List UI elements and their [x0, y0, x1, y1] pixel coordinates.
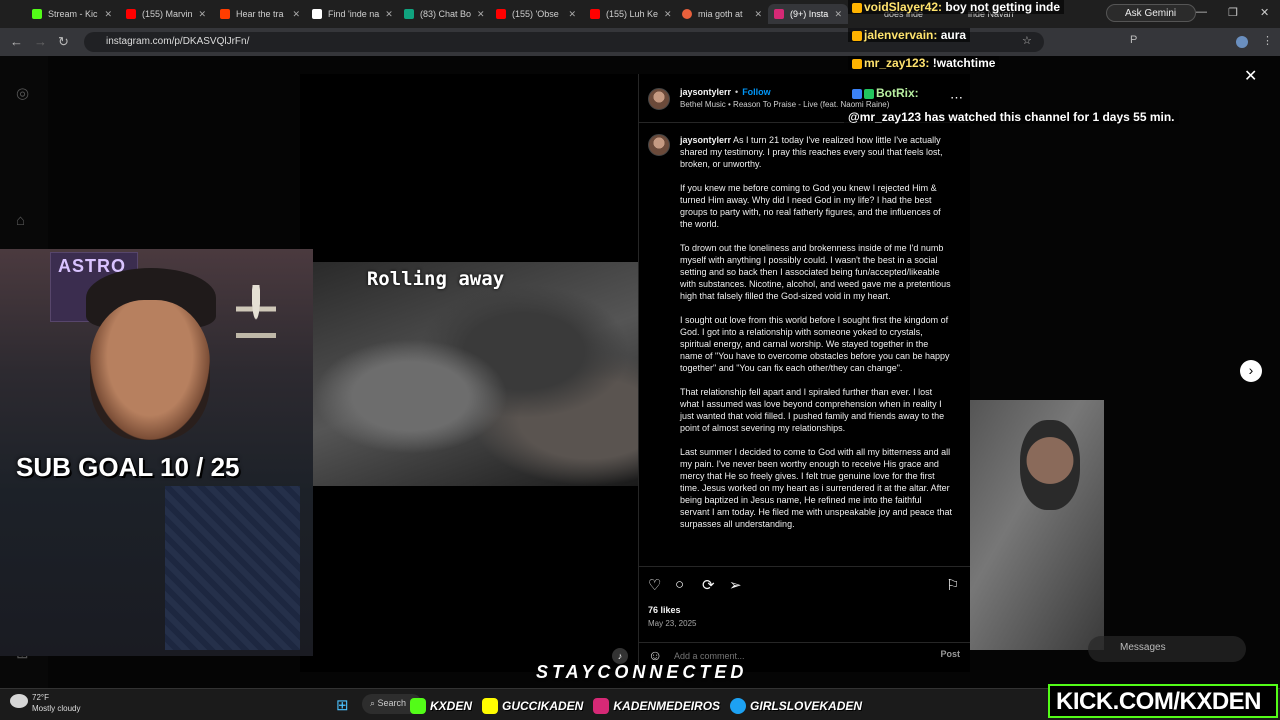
- sub-goal-text: SUB GOAL 10 / 25: [16, 452, 240, 482]
- address-bar-row: ← → ↻ instagram.com/p/DKASVQlJrFn/ ☆ P ⋮: [0, 28, 1280, 56]
- emoji-icon[interactable]: ☺: [648, 647, 662, 663]
- instagram-icon: [593, 698, 610, 714]
- tab-stream-kick[interactable]: Stream - Kic ✕: [26, 4, 118, 24]
- extension-icon[interactable]: P: [1130, 34, 1137, 46]
- twitter-icon: [730, 698, 747, 714]
- chat-message: BotRix:: [848, 86, 923, 100]
- chat-message: @mr_zay123 has watched this channel for …: [844, 110, 1179, 124]
- chat-message: voidSlayer42: boy not getting inde: [848, 0, 1065, 14]
- media-caption-text: Rolling away: [366, 268, 505, 290]
- reload-icon[interactable]: ↻: [58, 34, 69, 50]
- forward-icon[interactable]: →: [34, 34, 47, 49]
- tab-chat-bot[interactable]: (83) Chat Bo ✕: [398, 4, 490, 24]
- close-icon[interactable]: ✕: [754, 9, 762, 20]
- tiktok-icon: [312, 9, 322, 19]
- bot-badge-icon: [852, 88, 862, 99]
- preview-photo-detail: [1020, 420, 1080, 510]
- tab-youtube-obse[interactable]: (155) 'Obse ✕: [490, 4, 582, 24]
- close-icon[interactable]: ✕: [292, 9, 300, 20]
- streamer-face: [90, 300, 210, 440]
- caption-paragraph: Last summer I decided to come to God wit…: [680, 447, 952, 529]
- kick-handle: KXDEN: [410, 698, 472, 714]
- post-caption: jaysontylerr As I turn 21 today I've rea…: [680, 135, 952, 529]
- kick-icon: [32, 9, 42, 19]
- snapchat-icon: [482, 698, 499, 714]
- repost-icon[interactable]: ⟳: [702, 576, 715, 594]
- back-icon[interactable]: ←: [10, 34, 23, 49]
- post-comment-button[interactable]: Post: [940, 649, 960, 659]
- site-icon: [220, 9, 230, 19]
- minimize-button[interactable]: —: [1196, 6, 1207, 18]
- kick-icon: [410, 698, 426, 714]
- caption-paragraph: That relationship fell apart and I spira…: [680, 387, 945, 433]
- ask-gemini-button[interactable]: Ask Gemini: [1106, 4, 1196, 22]
- post-date: May 23, 2025: [648, 619, 697, 628]
- verified-badge-icon: [864, 88, 874, 99]
- badge-icon: [852, 2, 862, 13]
- close-icon[interactable]: ✕: [199, 9, 207, 20]
- tab-mia-goth[interactable]: mia goth at ✕: [676, 4, 768, 24]
- social-handles-bar: KXDEN GUCCIKADEN KADENMEDEIROS GIRLSLOVE…: [410, 694, 862, 718]
- close-icon[interactable]: ✕: [385, 9, 393, 20]
- close-modal-icon[interactable]: ✕: [1244, 66, 1257, 86]
- weather-widget[interactable]: 72°F Mostly cloudy: [10, 692, 80, 714]
- window-close-button[interactable]: ✕: [1260, 6, 1269, 19]
- caption-paragraph: I sought out love from this world before…: [680, 315, 950, 373]
- youtube-icon: [590, 9, 600, 19]
- tab-youtube-marvin[interactable]: (155) Marvin ✕: [120, 4, 212, 24]
- bookmark-star-icon[interactable]: ☆: [1022, 34, 1032, 47]
- separator-dot: •: [735, 87, 739, 97]
- close-icon[interactable]: ✕: [664, 9, 672, 20]
- skeleton-decoration: [236, 285, 276, 405]
- profile-avatar[interactable]: [1236, 36, 1248, 48]
- tab-youtube-luh[interactable]: (155) Luh Ke ✕: [584, 4, 676, 24]
- caption-username[interactable]: jaysontylerr: [680, 135, 731, 145]
- follow-button[interactable]: Follow: [742, 87, 771, 97]
- share-icon[interactable]: ➢: [729, 576, 742, 594]
- instagram-icon: [774, 9, 784, 19]
- chat-message: mr_zay123: !watchtime: [848, 56, 1000, 70]
- caption-paragraph: To drown out the loneliness and brokenne…: [680, 243, 951, 301]
- windows-start-icon[interactable]: ⊞: [336, 696, 349, 714]
- caption-paragraph: If you knew me before coming to God you …: [680, 183, 941, 229]
- next-post-button[interactable]: ›: [1240, 360, 1262, 382]
- browser-tab-bar: Stream - Kic ✕ (155) Marvin ✕ Hear the tra…: [0, 0, 1280, 28]
- tab-instagram[interactable]: (9+) Insta ✕: [768, 4, 848, 24]
- streamer-shirt: [165, 486, 300, 650]
- badge-icon: [852, 30, 862, 41]
- likes-count[interactable]: 76 likes: [648, 605, 681, 615]
- post-username[interactable]: jaysontylerr: [680, 87, 731, 97]
- tab-find-inde[interactable]: Find 'inde na ✕: [306, 4, 398, 24]
- save-icon[interactable]: ⚐: [946, 576, 959, 594]
- instagram-handle: KADENMEDEIROS: [593, 698, 720, 714]
- divider: [638, 566, 970, 567]
- maximize-button[interactable]: ❐: [1228, 6, 1238, 19]
- stay-connected-text: STAYCONNECTED: [536, 662, 748, 682]
- site-icon: [682, 9, 692, 19]
- chatbot-icon: [404, 9, 414, 19]
- avatar[interactable]: [648, 88, 670, 110]
- song-info[interactable]: Bethel Music • Reason To Praise - Live (…: [680, 100, 889, 109]
- close-icon[interactable]: ✕: [477, 9, 485, 20]
- comment-icon[interactable]: ○: [675, 576, 684, 593]
- heart-icon[interactable]: ♡: [648, 576, 661, 594]
- youtube-icon: [126, 9, 136, 19]
- more-options-icon[interactable]: ⋯: [950, 90, 963, 106]
- post-photo: [313, 262, 638, 486]
- avatar[interactable]: [648, 134, 670, 156]
- twitter-handle: GIRLSLOVEKADEN: [730, 698, 862, 714]
- menu-icon[interactable]: ⋮: [1262, 34, 1273, 47]
- kick-url-banner: KICK.COM/KXDEN: [1048, 684, 1278, 718]
- chat-message: jalenvervain: aura: [848, 28, 971, 42]
- close-icon[interactable]: ✕: [834, 9, 842, 20]
- close-icon[interactable]: ✕: [568, 9, 576, 20]
- close-icon[interactable]: ✕: [104, 9, 112, 20]
- tab-hear-the[interactable]: Hear the tra ✕: [214, 4, 306, 24]
- badge-icon: [852, 58, 862, 69]
- snapchat-handle: GUCCIKADEN: [482, 698, 583, 714]
- messages-button[interactable]: Messages: [1088, 636, 1246, 662]
- youtube-icon: [496, 9, 506, 19]
